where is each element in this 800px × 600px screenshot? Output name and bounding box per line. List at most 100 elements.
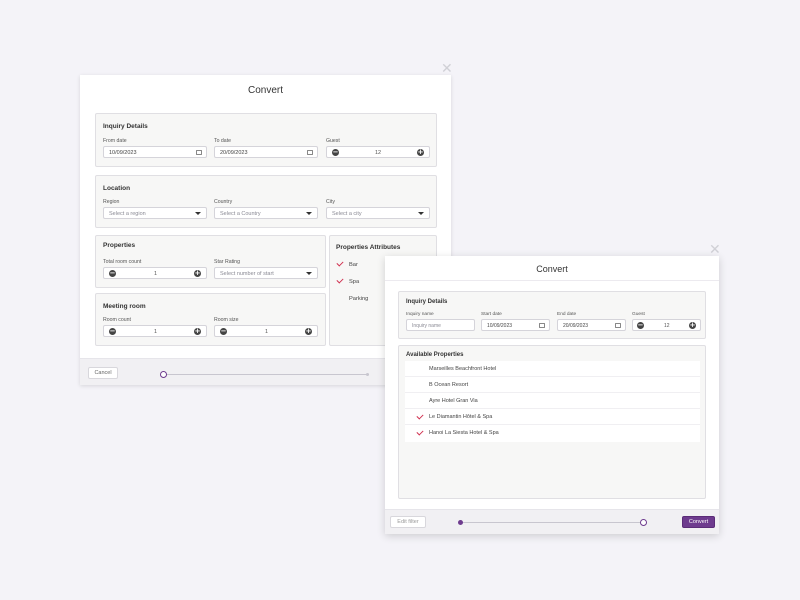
inquiry-name-input[interactable]: Inquiry name (406, 319, 475, 331)
available-properties-title: Available Properties (406, 352, 464, 358)
step-progress-end (366, 373, 369, 376)
room-count-stepper[interactable]: − 1 + (103, 267, 207, 279)
attribute-spa[interactable]: Spa (349, 279, 359, 285)
plus-icon[interactable]: + (305, 328, 312, 335)
minus-icon[interactable]: − (109, 328, 116, 335)
convert-button[interactable]: Convert (682, 516, 715, 528)
step-progress-current (640, 518, 647, 526)
end-date-field[interactable]: 20/09/2023 (557, 319, 626, 331)
country-select[interactable]: Select a Country (214, 207, 318, 219)
minus-icon[interactable]: − (332, 149, 339, 156)
checkmark-icon (416, 428, 424, 436)
properties-card: Properties Total room count − 1 + Star R… (95, 235, 326, 288)
step-progress-track (166, 374, 369, 375)
attribute-parking[interactable]: Parking (349, 296, 368, 302)
chevron-down-icon (418, 212, 424, 215)
inquiry-name-value: Inquiry name (412, 323, 441, 329)
meeting-room-count-label: Room count (103, 317, 131, 323)
plus-icon[interactable]: + (194, 270, 201, 277)
calendar-icon[interactable] (615, 323, 621, 328)
minus-icon[interactable]: − (637, 322, 644, 329)
list-item[interactable]: B Ocean Resort (405, 377, 700, 393)
end-date-label: End date (557, 312, 577, 317)
dialog2-footer: Edit filter Convert (385, 509, 719, 534)
city-select[interactable]: Select a city (326, 207, 430, 219)
property-name: B Ocean Resort (429, 382, 469, 388)
dialog2-guest-label: Guest (632, 312, 645, 317)
checkmark-icon (336, 259, 344, 267)
calendar-icon[interactable] (539, 323, 545, 328)
country-placeholder: Select a Country (220, 211, 261, 217)
guest-stepper[interactable]: − 12 + (326, 146, 430, 158)
properties-title: Properties (103, 242, 136, 249)
city-label: City (326, 199, 335, 205)
room-size-label: Room size (214, 317, 239, 323)
meeting-room-count-value: 1 (154, 328, 158, 335)
to-date-value: 20/09/2023 (220, 150, 248, 156)
edit-filter-button[interactable]: Edit filter (390, 516, 426, 528)
dialog1-close-icon[interactable]: ✕ (441, 62, 453, 76)
calendar-icon[interactable] (307, 150, 313, 155)
list-item[interactable]: Hanoi La Siesta Hotel & Spa (405, 425, 700, 441)
region-select[interactable]: Select a region (103, 207, 207, 219)
to-date-label: To date (214, 138, 232, 144)
plus-icon[interactable]: + (689, 322, 696, 329)
property-name: Hanoi La Siesta Hotel & Spa (429, 430, 499, 436)
meeting-room-card: Meeting room Room count − 1 + Room size … (95, 293, 326, 346)
dialog2-guest-value: 12 (664, 322, 670, 329)
available-properties-list: Marseilles Beachfront Hotel B Ocean Reso… (405, 361, 700, 442)
attribute-bar[interactable]: Bar (349, 262, 358, 268)
start-date-field[interactable]: 10/09/2023 (481, 319, 550, 331)
chevron-down-icon (195, 212, 201, 215)
region-label: Region (103, 199, 120, 205)
from-date-field[interactable]: 10/09/2023 (103, 146, 207, 158)
location-card: Location Region Select a region Country … (95, 175, 437, 228)
end-date-value: 20/09/2023 (563, 323, 589, 329)
step-progress-done (458, 519, 463, 525)
available-properties-card: Available Properties Marseilles Beachfro… (398, 345, 706, 499)
room-size-stepper[interactable]: − 1 + (214, 325, 318, 337)
room-count-value: 1 (154, 270, 158, 277)
meeting-room-count-stepper[interactable]: − 1 + (103, 325, 207, 337)
star-rating-select[interactable]: Select number of start (214, 267, 318, 279)
dialog2-inquiry-card: Inquiry Details Inquiry name Inquiry nam… (398, 291, 706, 339)
step-progress-track (461, 522, 644, 523)
list-item[interactable]: Marseilles Beachfront Hotel (405, 361, 700, 377)
from-date-value: 10/09/2023 (109, 150, 137, 156)
plus-icon[interactable]: + (417, 149, 424, 156)
to-date-field[interactable]: 20/09/2023 (214, 146, 318, 158)
cancel-button[interactable]: Cancel (88, 367, 118, 379)
room-count-label: Total room count (103, 259, 142, 265)
step-progress-current (160, 370, 167, 378)
inquiry-details-title: Inquiry Details (103, 123, 148, 130)
inquiry-details-card: Inquiry Details From date 10/09/2023 To … (95, 113, 437, 167)
from-date-label: From date (103, 138, 127, 144)
checkmark-icon (336, 276, 344, 284)
start-date-label: Start date (481, 312, 502, 317)
plus-icon[interactable]: + (194, 328, 201, 335)
dialog2-header-divider (385, 280, 719, 281)
minus-icon[interactable]: − (220, 328, 227, 335)
calendar-icon[interactable] (196, 150, 202, 155)
city-placeholder: Select a city (332, 211, 362, 217)
list-item[interactable]: Ayre Hotel Gran Via (405, 393, 700, 409)
dialog2-close-icon[interactable]: ✕ (709, 243, 721, 257)
chevron-down-icon (306, 272, 312, 275)
chevron-down-icon (306, 212, 312, 215)
list-item[interactable]: Le Diamantin Hôtel & Spa (405, 409, 700, 425)
properties-attributes-title: Properties Attributes (336, 244, 401, 251)
convert-dialog-properties: Convert Inquiry Details Inquiry name Inq… (385, 256, 719, 534)
start-date-value: 10/09/2023 (487, 323, 513, 329)
location-title: Location (103, 185, 131, 192)
star-rating-placeholder: Select number of start (220, 271, 274, 277)
property-name: Marseilles Beachfront Hotel (429, 366, 497, 372)
minus-icon[interactable]: − (109, 270, 116, 277)
region-placeholder: Select a region (109, 211, 146, 217)
meeting-room-title: Meeting room (103, 303, 146, 310)
inquiry-name-label: Inquiry name (406, 312, 434, 317)
country-label: Country (214, 199, 233, 205)
guest-value: 12 (375, 149, 382, 156)
property-name: Le Diamantin Hôtel & Spa (429, 414, 493, 420)
dialog2-guest-stepper[interactable]: − 12 + (632, 319, 701, 331)
dialog1-title: Convert (247, 85, 283, 96)
